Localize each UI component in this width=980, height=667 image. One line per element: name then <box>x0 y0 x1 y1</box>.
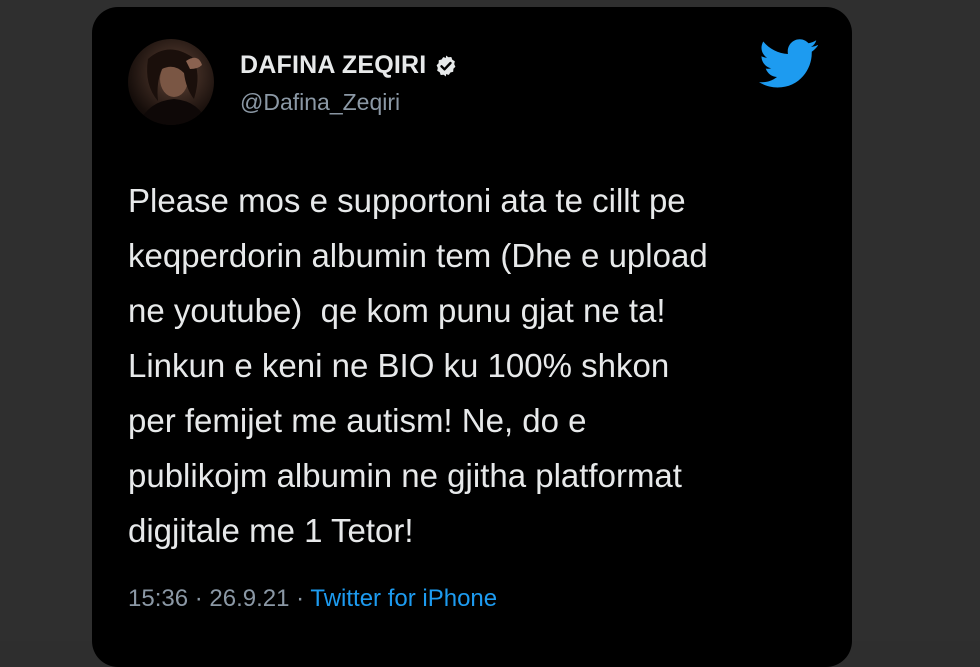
author-handle[interactable]: @Dafina_Zeqiri <box>240 89 400 116</box>
tweet-text-line: Please mos e supportoni ata te cillt pe <box>128 182 686 219</box>
meta-separator: · <box>289 585 311 612</box>
tweet-text-line: ne youtube) qe kom punu gjat ne ta! <box>128 292 666 329</box>
twitter-bird-icon[interactable] <box>758 39 820 89</box>
tweet-text-line: digjitale me 1 Tetor! <box>128 512 414 549</box>
author-display-name[interactable]: DAFINA ZEQIRI <box>240 51 426 80</box>
author-name-row: DAFINA ZEQIRI <box>240 51 458 80</box>
meta-separator: · <box>188 585 210 612</box>
tweet-text-line: publikojm albumin ne gjitha platformat <box>128 457 682 494</box>
tweet-card: DAFINA ZEQIRI @Dafina_Zeqiri Please mos … <box>92 7 852 667</box>
avatar[interactable] <box>128 39 214 125</box>
avatar-photo-icon <box>138 49 208 125</box>
verified-badge-icon <box>436 55 456 76</box>
tweet-text-line: keqperdorin albumin tem (Dhe e upload <box>128 237 708 274</box>
tweet-source-link[interactable]: Twitter for iPhone <box>310 585 497 612</box>
tweet-text-line: per femijet me autism! Ne, do e <box>128 402 587 439</box>
tweet-text-line: Linkun e keni ne BIO ku 100% shkon <box>128 347 670 384</box>
tweet-time[interactable]: 15:36 <box>128 585 188 612</box>
tweet-meta: 15:36 · 26.9.21 · Twitter for iPhone <box>128 585 497 613</box>
tweet-date[interactable]: 26.9.21 <box>209 585 289 612</box>
tweet-text: Please mos e supportoni ata te cillt pe … <box>128 173 828 558</box>
